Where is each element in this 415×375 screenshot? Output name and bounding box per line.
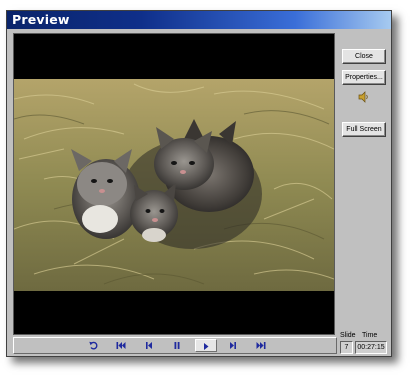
window-title: Preview [12, 12, 70, 27]
first-slide-icon[interactable] [111, 339, 131, 352]
side-panel: Close Properties... Full Screen Slide Ti… [337, 33, 389, 354]
close-button[interactable]: Close [342, 49, 386, 64]
preview-viewport [13, 33, 335, 335]
kittens-photo [14, 79, 334, 291]
pause-icon[interactable] [167, 339, 187, 352]
slide-time-readout: Slide Time 7 00:27:15 [337, 332, 389, 354]
speaker-icon[interactable] [357, 90, 369, 103]
playback-controls [13, 337, 337, 354]
last-slide-icon[interactable] [251, 339, 271, 352]
slide-image [14, 79, 334, 291]
properties-button[interactable]: Properties... [342, 70, 386, 85]
previous-slide-icon[interactable] [139, 339, 159, 352]
preview-window: Preview Close Properties... Full Screen … [6, 10, 392, 357]
next-slide-icon[interactable] [223, 339, 243, 352]
time-value: 00:27:15 [355, 341, 387, 354]
full-screen-button[interactable]: Full Screen [342, 122, 386, 137]
slide-label: Slide [340, 332, 356, 339]
time-label: Time [362, 332, 378, 339]
play-icon[interactable] [195, 339, 217, 352]
slide-number-value: 7 [340, 341, 353, 354]
rewind-loop-icon[interactable] [84, 339, 104, 352]
title-bar[interactable]: Preview [7, 11, 391, 29]
